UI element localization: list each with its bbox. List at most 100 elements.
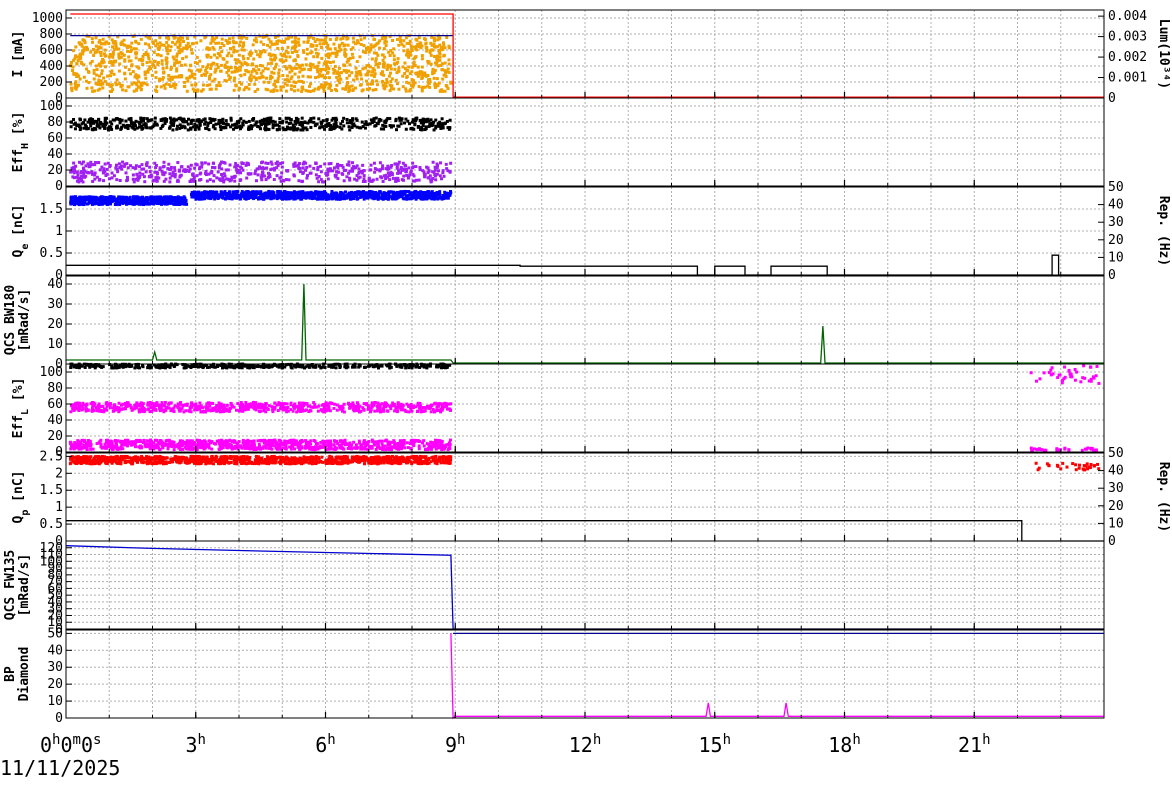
data-point-qe-1 [318,192,321,195]
data-point-effh-0 [371,121,374,124]
data-point-current-0 [205,71,208,74]
data-point-current-0 [137,67,140,70]
data-point-current-0 [144,77,147,80]
data-point-effh-1 [437,169,440,172]
data-point-effh-1 [323,163,326,166]
data-point-current-0 [361,67,364,70]
data-point-current-0 [274,65,277,68]
data-point-current-0 [75,62,78,65]
data-point-current-0 [185,55,188,58]
data-point-effh-1 [170,168,173,171]
data-point-current-0 [219,84,222,87]
data-point-effh-0 [112,118,115,121]
data-point-current-0 [332,43,335,46]
data-point-current-0 [303,41,306,44]
data-point-current-0 [377,66,380,69]
data-point-current-0 [309,82,312,85]
data-point-effh-1 [245,164,248,167]
data-point-effh-0 [169,117,172,120]
data-point-effh-0 [169,121,172,124]
data-point-current-0 [369,65,372,68]
data-point-qe-0 [136,201,139,204]
data-point-effl-0 [436,365,439,368]
data-point-current-0 [233,76,236,79]
data-point-current-0 [334,47,337,50]
data-point-current-0 [157,48,160,51]
data-point-current-0 [190,48,193,51]
data-point-effl-0 [223,366,226,369]
data-point-effh-0 [79,118,82,121]
data-point-current-0 [171,78,174,81]
data-point-effh-0 [358,126,361,129]
data-point-effh-1 [411,166,414,169]
data-point-qe-0 [124,201,127,204]
data-point-current-0 [375,57,378,60]
data-point-current-0 [119,42,122,45]
data-point-current-0 [345,69,348,72]
data-point-effh-1 [113,174,116,177]
data-point-current-0 [374,72,377,75]
data-point-effh-1 [102,167,105,170]
data-point-qe-0 [142,202,145,205]
data-point-effl-0 [256,365,259,368]
data-point-effh-0 [348,125,351,128]
data-point-effh-1 [432,161,435,164]
data-point-current-0 [80,62,83,65]
data-point-effh-1 [240,167,243,170]
data-point-effh-1 [159,168,162,171]
data-point-current-0 [336,50,339,53]
data-point-current-0 [83,39,86,42]
data-point-current-0 [163,84,166,87]
data-point-current-0 [352,88,355,91]
data-point-current-0 [351,53,354,56]
data-point-current-0 [290,69,293,72]
data-point-current-0 [189,64,192,67]
data-point-effh-0 [232,128,235,131]
data-point-current-0 [76,85,79,88]
data-point-current-0 [291,75,294,78]
data-point-qe-1 [411,191,414,194]
data-point-current-0 [196,69,199,72]
data-point-effh-1 [132,173,135,176]
data-point-current-0 [221,38,224,41]
data-point-current-0 [388,75,391,78]
data-point-current-0 [103,52,106,55]
data-point-current-0 [399,40,402,43]
data-point-current-0 [421,54,424,57]
data-point-current-0 [131,63,134,66]
data-point-current-0 [440,68,443,71]
data-point-current-0 [319,70,322,73]
data-point-current-0 [397,88,400,91]
data-point-current-0 [277,72,280,75]
data-point-current-0 [186,37,189,40]
data-point-current-0 [179,42,182,45]
data-point-current-0 [401,75,404,78]
data-point-current-0 [294,59,297,62]
data-point-effh-1 [89,165,92,168]
data-point-current-0 [324,76,327,79]
data-point-qe-1 [444,193,447,196]
data-point-current-0 [284,59,287,62]
data-point-effh-1 [312,167,315,170]
data-point-effh-1 [126,176,129,179]
data-point-current-0 [442,54,445,57]
data-point-current-0 [130,42,133,45]
data-point-current-0 [381,80,384,83]
data-point-effh-0 [171,128,174,131]
data-point-effh-1 [267,162,270,165]
data-point-effh-1 [173,169,176,172]
data-point-effl-0 [314,366,317,369]
data-point-qe-0 [178,198,181,201]
data-point-current-0 [278,68,281,71]
data-point-current-0 [436,77,439,80]
data-point-effh-1 [430,180,433,183]
data-point-current-0 [140,88,143,91]
data-point-effh-0 [398,117,401,120]
data-point-effh-1 [174,173,177,176]
data-point-effh-0 [229,117,232,120]
data-point-effh-1 [233,180,236,183]
data-point-effh-1 [116,170,119,173]
data-point-qe-1 [332,192,335,195]
data-point-effh-1 [234,162,237,165]
data-point-current-0 [222,57,225,60]
